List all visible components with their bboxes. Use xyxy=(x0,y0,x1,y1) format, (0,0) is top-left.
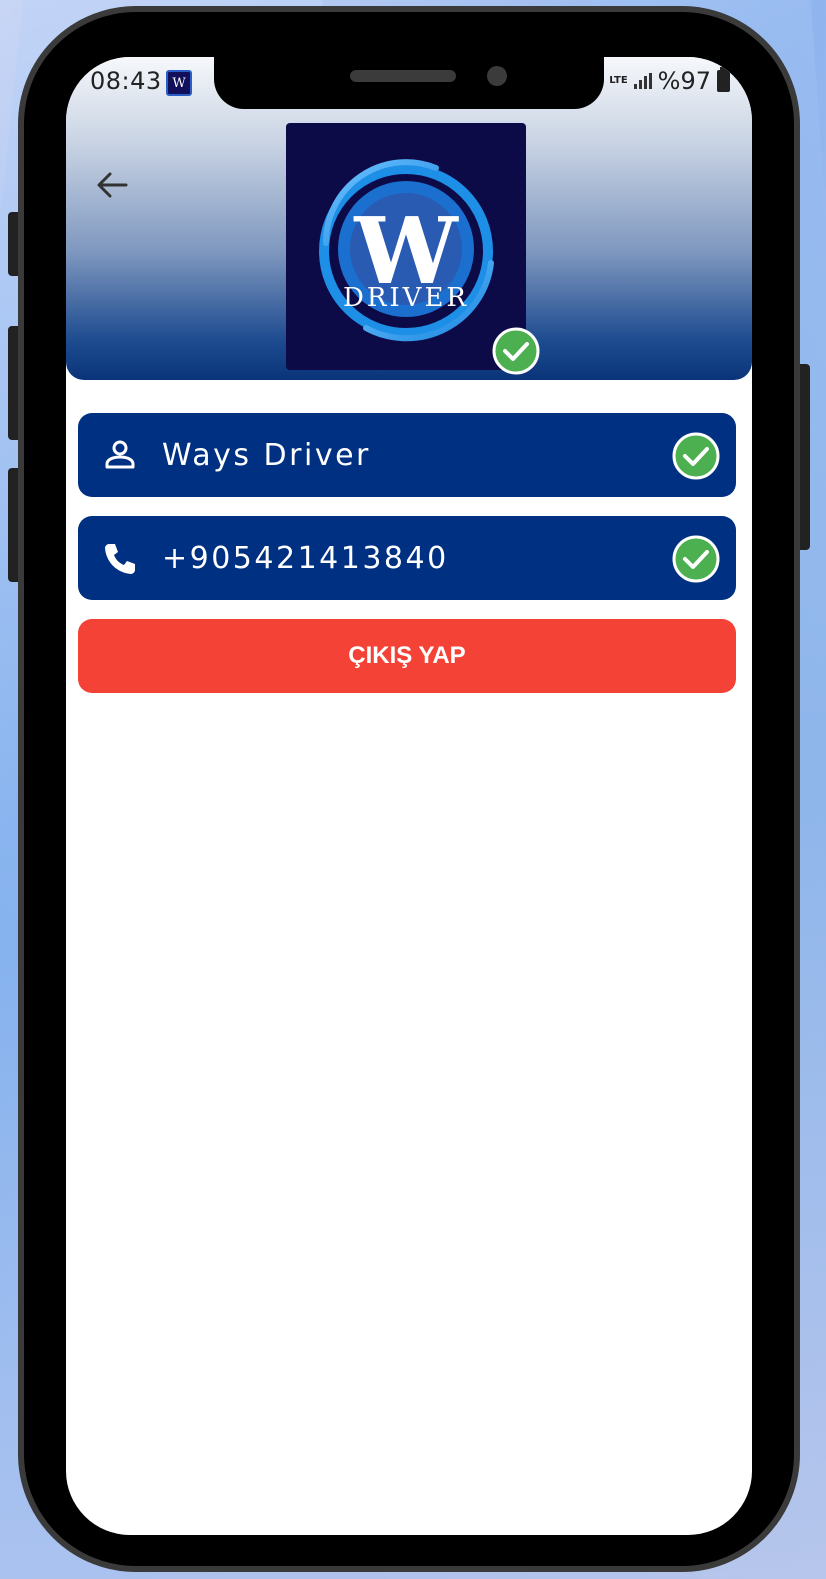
signal-icon xyxy=(633,73,652,89)
profile-avatar-logo[interactable]: W DRIVER xyxy=(286,123,526,370)
back-button[interactable] xyxy=(92,165,132,205)
name-verified-check-icon xyxy=(672,432,720,480)
battery-text: %97 xyxy=(657,67,711,95)
phone-verified-check-icon xyxy=(672,535,720,583)
verified-check-icon xyxy=(492,327,540,375)
phone-value: +905421413840 xyxy=(162,540,449,576)
logout-button[interactable]: ÇIKIŞ YAP xyxy=(78,619,736,693)
phone-icon xyxy=(105,544,135,574)
phone-frame: 08:43 W LTE %97 W DRIVER Ways Driver +90… xyxy=(18,6,800,1572)
speaker-grille xyxy=(350,70,456,82)
status-app-icon: W xyxy=(166,70,192,96)
name-field[interactable]: Ways Driver xyxy=(78,413,736,497)
status-indicators: LTE %97 xyxy=(609,67,730,95)
name-value: Ways Driver xyxy=(162,437,371,473)
arrow-left-icon xyxy=(97,172,128,198)
logo-text: DRIVER xyxy=(343,283,469,313)
lte-icon: LTE xyxy=(609,75,628,86)
phone-field[interactable]: +905421413840 xyxy=(78,516,736,600)
w-driver-logo-icon: W DRIVER xyxy=(319,159,494,342)
status-time: 08:43 xyxy=(90,67,162,95)
person-icon xyxy=(105,440,135,469)
phone-notch xyxy=(214,57,604,109)
front-camera xyxy=(487,66,507,86)
battery-icon xyxy=(717,67,730,92)
app-screen: 08:43 W LTE %97 W DRIVER Ways Driver +90… xyxy=(66,57,752,1535)
